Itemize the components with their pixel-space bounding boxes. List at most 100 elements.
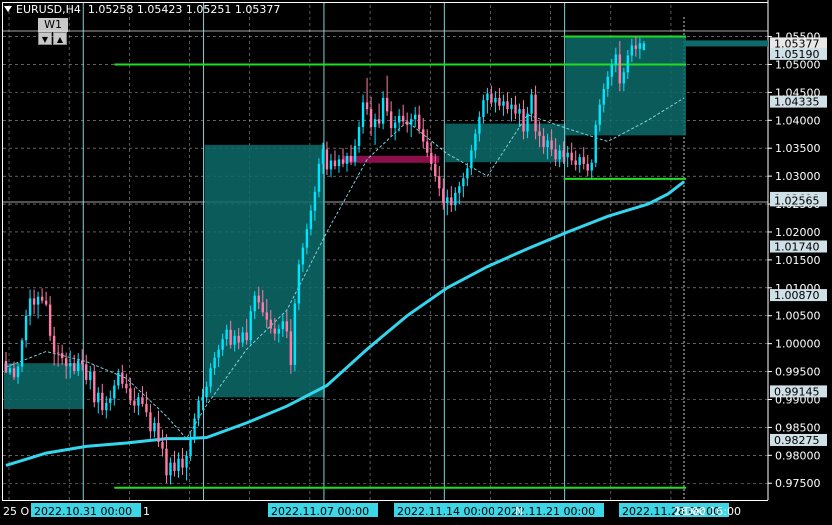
candle-body <box>213 357 216 369</box>
candle <box>377 103 381 129</box>
candle-body <box>566 152 569 158</box>
candle <box>89 365 92 390</box>
candle <box>145 391 148 417</box>
candle <box>153 417 156 438</box>
price-tick-label: 1.00000 <box>775 338 821 351</box>
candle <box>373 113 377 145</box>
price-tick-label: 0.99500 <box>775 366 821 379</box>
candles <box>4 36 646 485</box>
candle <box>514 95 517 120</box>
candle <box>361 94 365 134</box>
candle-body <box>289 331 293 365</box>
candle <box>570 142 573 165</box>
candle-body <box>181 458 184 468</box>
candle-body <box>305 229 309 248</box>
moving-averages <box>5 97 685 467</box>
candle <box>510 97 513 122</box>
candle-body <box>345 156 349 164</box>
candle-body <box>52 335 56 353</box>
candle <box>337 154 341 173</box>
candle <box>530 89 533 122</box>
candle <box>405 112 409 133</box>
candle-body <box>418 114 421 130</box>
candlestick-chart[interactable]: 1.055001.050001.045001.040001.035001.030… <box>0 0 832 525</box>
candle-body <box>586 163 589 171</box>
candle <box>446 189 449 216</box>
price-tick-label: 1.03000 <box>775 170 821 183</box>
candle-body <box>40 296 44 301</box>
candle-body <box>317 163 321 192</box>
candle-body <box>361 102 365 128</box>
candle <box>97 387 100 414</box>
candle-body <box>626 55 630 73</box>
weekly-box <box>4 363 85 409</box>
candle <box>101 383 104 416</box>
candle-body <box>329 160 333 170</box>
candle-body <box>113 385 116 399</box>
candle-body <box>385 97 389 112</box>
weekly-box <box>565 36 686 136</box>
candle <box>365 77 369 115</box>
candle-body <box>582 157 585 164</box>
candle <box>518 103 521 128</box>
candle <box>197 396 200 427</box>
candle-body <box>60 353 64 359</box>
candle-body <box>530 94 533 114</box>
candle <box>93 364 96 408</box>
candle-body <box>333 160 337 167</box>
candle-body <box>169 462 172 476</box>
slow-ma-line <box>5 180 685 467</box>
candle-body <box>458 186 461 193</box>
candle-body <box>257 295 260 303</box>
candle-body <box>634 45 638 49</box>
candle-body <box>574 160 577 165</box>
candle-body <box>89 371 92 380</box>
candle-body <box>321 149 325 164</box>
time-tag-label: 2022.10.31 00:00 <box>34 505 132 518</box>
candle <box>297 259 301 311</box>
candle <box>381 91 385 130</box>
candle-body <box>502 101 505 106</box>
candle-body <box>201 397 204 401</box>
price-tick-label: 0.97500 <box>775 477 821 490</box>
price-axis: 1.055001.050001.045001.040001.035001.030… <box>684 0 832 525</box>
candle-body <box>610 64 613 77</box>
candle-body <box>165 448 168 476</box>
time-tag-label: 2022.11.21 00:00 <box>497 505 595 518</box>
candle-body <box>614 54 618 65</box>
candle <box>574 150 577 171</box>
candle-body <box>409 119 413 125</box>
candle <box>393 115 397 141</box>
candle-body <box>12 368 16 378</box>
candle-body <box>153 422 156 432</box>
candle-body <box>48 304 52 336</box>
candle-body <box>526 113 529 132</box>
candle-body <box>309 210 313 230</box>
candle-body <box>381 97 385 124</box>
candle-body <box>642 43 646 50</box>
candle-body <box>397 115 401 123</box>
candle-body <box>438 176 441 189</box>
time-label: 1 <box>143 505 150 518</box>
candle-body <box>241 332 244 343</box>
candle-body <box>36 296 40 305</box>
price-tick-label: 1.02000 <box>775 226 821 239</box>
candle <box>325 141 329 176</box>
candle <box>502 94 505 116</box>
candle-body <box>405 121 409 125</box>
candle-body <box>253 295 256 312</box>
candle <box>293 298 297 372</box>
candle-body <box>365 102 369 110</box>
candle <box>594 120 597 168</box>
candle-body <box>85 364 88 380</box>
candle-body <box>117 372 120 386</box>
candle <box>249 305 252 345</box>
candle-body <box>506 101 509 110</box>
candle <box>137 392 140 416</box>
candle <box>418 105 421 134</box>
candle-body <box>630 45 634 56</box>
candle-body <box>598 104 601 125</box>
candle <box>141 386 144 407</box>
candle-body <box>261 302 264 313</box>
candle-body <box>245 332 248 341</box>
